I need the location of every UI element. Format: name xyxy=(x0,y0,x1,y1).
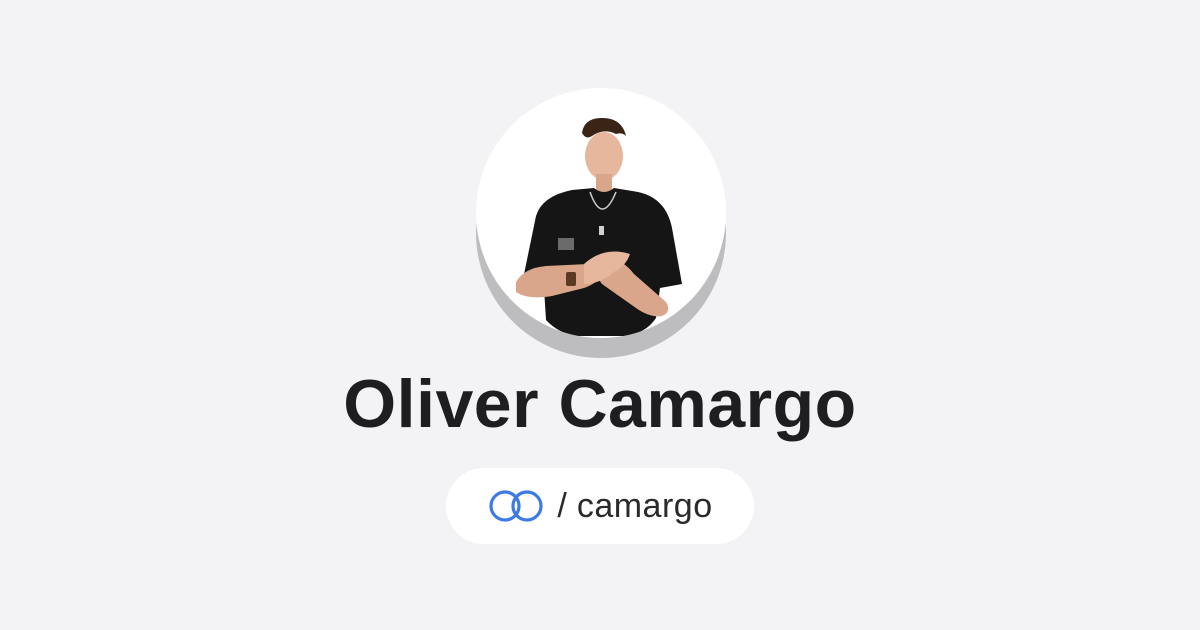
avatar xyxy=(476,88,726,338)
handle-username: camargo xyxy=(576,487,713,525)
link-rings-icon xyxy=(487,489,545,523)
handle-separator: / xyxy=(557,487,567,525)
avatar-container xyxy=(476,88,726,358)
avatar-photo xyxy=(516,118,682,336)
handle-link-button[interactable]: / camargo xyxy=(446,468,754,544)
profile-card: Oliver Camargo / camargo xyxy=(0,0,1200,630)
profile-name: Oliver Camargo xyxy=(343,366,857,442)
